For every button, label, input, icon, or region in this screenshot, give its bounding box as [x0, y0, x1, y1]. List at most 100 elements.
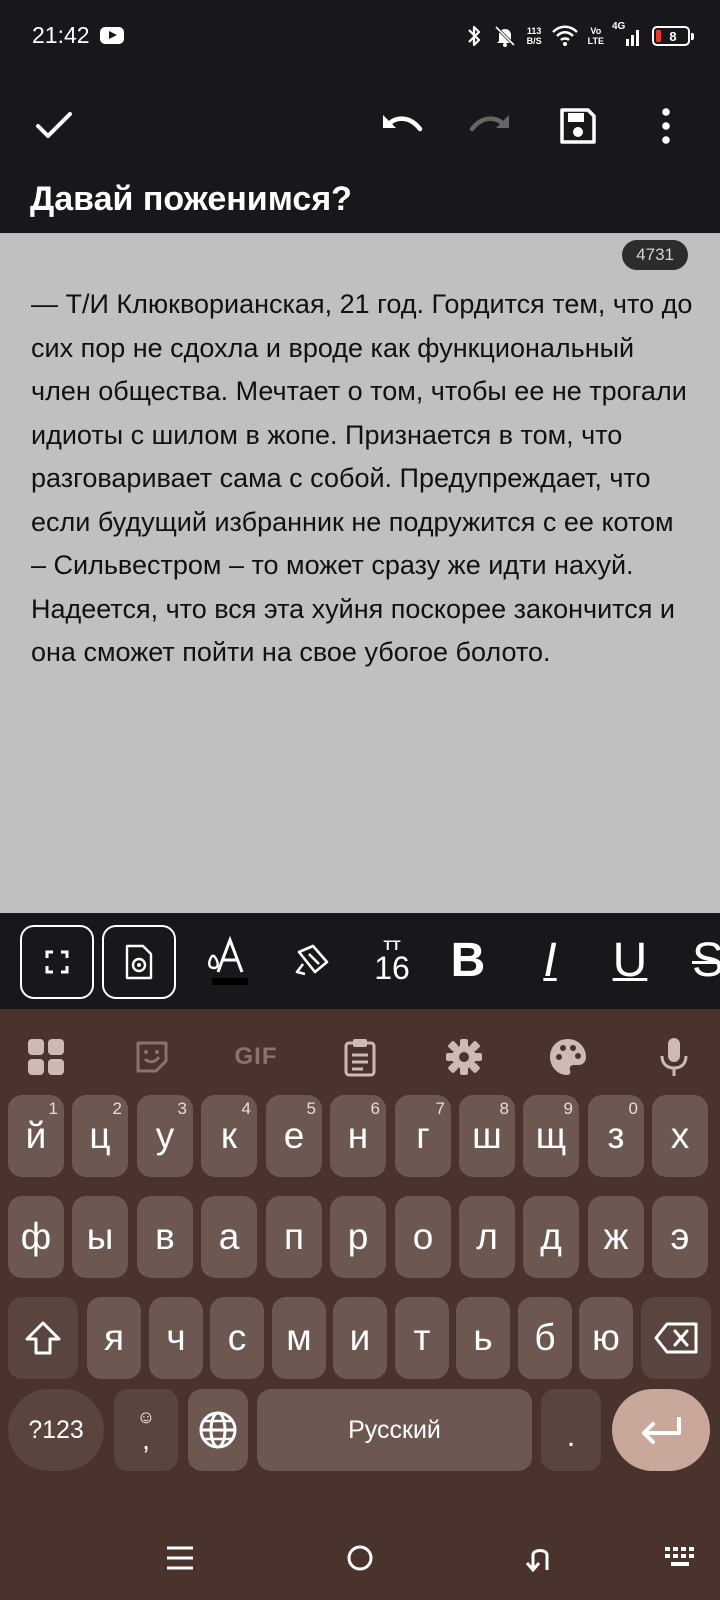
key-row2[interactable]: п	[266, 1196, 322, 1278]
bluetooth-icon	[465, 24, 483, 48]
home-button[interactable]	[332, 1530, 388, 1586]
volte-top: Vo	[590, 26, 602, 36]
language-key[interactable]	[188, 1389, 248, 1471]
key-row3[interactable]: ч	[149, 1297, 203, 1379]
enter-key[interactable]	[612, 1389, 710, 1471]
enter-icon	[642, 1417, 681, 1444]
underline-button[interactable]: U	[602, 931, 658, 991]
key-row2[interactable]: а	[201, 1196, 257, 1278]
key-row3[interactable]: ь	[456, 1297, 510, 1379]
strikethrough-button[interactable]: S	[680, 931, 720, 991]
home-icon	[347, 1545, 373, 1571]
key-label: н	[347, 1115, 369, 1156]
undo-button[interactable]	[372, 96, 432, 156]
clipboard-button[interactable]	[334, 1031, 386, 1083]
more-button[interactable]	[636, 96, 696, 156]
gear-icon	[446, 1039, 482, 1075]
keyboard: GIF й1 ц2 у3 к4 е5 н6 г7 ш8 щ9 з0 х ф ы …	[0, 1009, 720, 1600]
key-row3[interactable]: я	[87, 1297, 141, 1379]
key-row1[interactable]: х	[652, 1095, 708, 1177]
back-icon	[525, 1549, 549, 1573]
text-color-button[interactable]	[200, 931, 256, 991]
menu-icon	[167, 1546, 193, 1570]
key-row1[interactable]: е5	[266, 1095, 322, 1177]
backspace-key[interactable]	[641, 1297, 711, 1379]
key-row2[interactable]: д	[523, 1196, 579, 1278]
key-row1[interactable]: з0	[588, 1095, 644, 1177]
net-speed-value: 113	[526, 26, 542, 36]
space-key[interactable]: Русский	[257, 1389, 532, 1471]
key-row2[interactable]: э	[652, 1196, 708, 1278]
keyboard-settings-button[interactable]	[438, 1031, 490, 1083]
redo-button[interactable]	[460, 96, 520, 156]
highlighter-button[interactable]	[284, 931, 340, 991]
key-row2[interactable]: ы	[72, 1196, 128, 1278]
key-row3[interactable]: с	[210, 1297, 264, 1379]
symbols-key[interactable]: ?123	[8, 1389, 104, 1471]
network-type: 4G	[612, 21, 626, 32]
editor-area[interactable]: 4731 — Т/И Клюквори­анская, 21 год. Горд…	[0, 233, 720, 913]
key-row2[interactable]: ж	[588, 1196, 644, 1278]
fullscreen-icon	[45, 950, 69, 974]
apps-grid-button[interactable]	[20, 1031, 72, 1083]
keyboard-switch-button[interactable]	[652, 1530, 708, 1586]
wifi-icon	[551, 25, 578, 47]
undo-icon	[383, 115, 423, 132]
status-icons: 113 B/S Vo LTE 4G 8	[465, 20, 694, 52]
key-row2[interactable]: ф	[8, 1196, 64, 1278]
key-row1[interactable]: н6	[330, 1095, 386, 1177]
globe-icon	[199, 1411, 237, 1449]
key-row2[interactable]: о	[395, 1196, 451, 1278]
signal-icon: 4G	[612, 21, 642, 47]
key-label: ж	[603, 1216, 629, 1257]
key-row2[interactable]: р	[330, 1196, 386, 1278]
bold-button[interactable]: B	[440, 931, 496, 991]
key-row1[interactable]: г7	[395, 1095, 451, 1177]
key-label: я	[103, 1317, 125, 1358]
doc-settings-button[interactable]	[102, 925, 176, 999]
note-title[interactable]: Давай поженимся?	[30, 180, 352, 219]
key-sup: 7	[435, 1099, 445, 1118]
save-button[interactable]	[548, 96, 608, 156]
key-label: т	[413, 1317, 431, 1358]
sticker-button[interactable]	[126, 1031, 178, 1083]
key-row1[interactable]: щ9	[523, 1095, 579, 1177]
key-row3[interactable]: ю	[579, 1297, 633, 1379]
key-row2[interactable]: в	[137, 1196, 193, 1278]
key-label: ц	[89, 1115, 111, 1156]
gif-icon: GIF	[234, 1043, 278, 1070]
italic-button[interactable]: I	[522, 931, 578, 991]
key-row3[interactable]: б	[518, 1297, 572, 1379]
battery-icon: 8	[652, 26, 694, 46]
key-row3[interactable]: и	[333, 1297, 387, 1379]
theme-button[interactable]	[542, 1031, 594, 1083]
key-sup: 4	[241, 1099, 251, 1118]
key-row1[interactable]: ш8	[459, 1095, 515, 1177]
shift-key[interactable]	[8, 1297, 78, 1379]
back-button[interactable]	[512, 1530, 568, 1586]
fullscreen-button[interactable]	[20, 925, 94, 999]
voice-input-button[interactable]	[648, 1031, 700, 1083]
net-speed: 113 B/S	[527, 26, 542, 46]
emoji-comma-key[interactable]: ☺ ,	[114, 1389, 178, 1471]
gif-button[interactable]: GIF	[226, 1031, 286, 1083]
key-label: з	[607, 1115, 625, 1156]
key-row2[interactable]: л	[459, 1196, 515, 1278]
recents-button[interactable]	[152, 1530, 208, 1586]
strikethrough-icon: S	[691, 934, 720, 987]
volte-bottom: LTE	[587, 36, 604, 46]
keyboard-switch-icon	[665, 1547, 694, 1566]
check-button[interactable]	[24, 96, 84, 156]
key-row1[interactable]: у3	[137, 1095, 193, 1177]
key-row3[interactable]: м	[272, 1297, 326, 1379]
status-time: 21:42	[32, 22, 90, 48]
clipboard-icon	[344, 1039, 376, 1077]
key-label: ш	[472, 1115, 502, 1156]
font-size-button[interactable]: TT 16	[362, 931, 422, 991]
period-key[interactable]: .	[541, 1389, 601, 1471]
key-row1[interactable]: ц2	[72, 1095, 128, 1177]
key-row3[interactable]: т	[395, 1297, 449, 1379]
key-row1[interactable]: й1	[8, 1095, 64, 1177]
note-body-text[interactable]: — Т/И Клюквори­анская, 21 год. Гордится …	[31, 283, 696, 675]
key-row1[interactable]: к4	[201, 1095, 257, 1177]
